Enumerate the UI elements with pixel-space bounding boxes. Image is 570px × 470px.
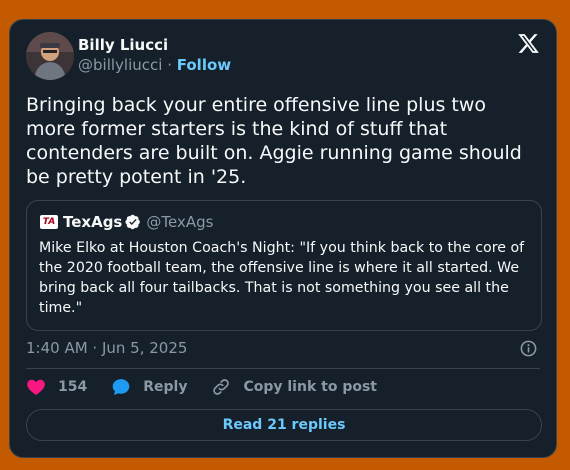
heart-icon <box>27 379 45 395</box>
link-icon <box>213 379 230 395</box>
author-avatar[interactable] <box>26 32 74 80</box>
quoted-tweet-text: Mike Elko at Houston Coach's Night: "If … <box>39 240 525 316</box>
reply-label: Reply <box>143 379 188 395</box>
texags-logo-icon: TA <box>40 215 58 229</box>
x-logo-icon[interactable] <box>517 32 540 55</box>
read-replies-button[interactable]: Read 21 replies <box>26 409 542 441</box>
reply-button[interactable]: Reply <box>111 377 187 397</box>
verified-badge-icon <box>125 214 141 230</box>
quoted-author-name: TexAgs <box>63 213 123 231</box>
tweet-card: Billy Liucci @billyliucci · Follow Bring… <box>9 19 557 458</box>
copy-link-label: Copy link to post <box>243 379 377 395</box>
author-name[interactable]: Billy Liucci <box>78 36 168 54</box>
tweet-text: Bringing back your entire offensive line… <box>26 94 522 188</box>
quoted-tweet[interactable]: TA TexAgs @TexAgs Mike Elko at Houston C… <box>26 200 542 331</box>
author-handle-row: @billyliucci · Follow <box>78 56 231 74</box>
copy-link-button[interactable]: Copy link to post <box>211 377 377 397</box>
divider <box>26 368 540 369</box>
like-count: 154 <box>58 379 88 395</box>
tweet-timestamp[interactable]: 1:40 AM · Jun 5, 2025 <box>26 339 187 357</box>
quoted-author-handle: @TexAgs <box>146 213 214 231</box>
tweet-actions: 154 Reply Copy link to post <box>26 377 401 397</box>
separator-dot: · <box>167 56 177 74</box>
reply-bubble-icon <box>112 379 130 395</box>
info-icon[interactable] <box>519 339 538 358</box>
like-button[interactable]: 154 <box>26 377 87 397</box>
author-handle[interactable]: @billyliucci <box>78 56 162 74</box>
quoted-tweet-header: TA TexAgs @TexAgs <box>40 213 213 231</box>
follow-button[interactable]: Follow <box>177 56 231 74</box>
